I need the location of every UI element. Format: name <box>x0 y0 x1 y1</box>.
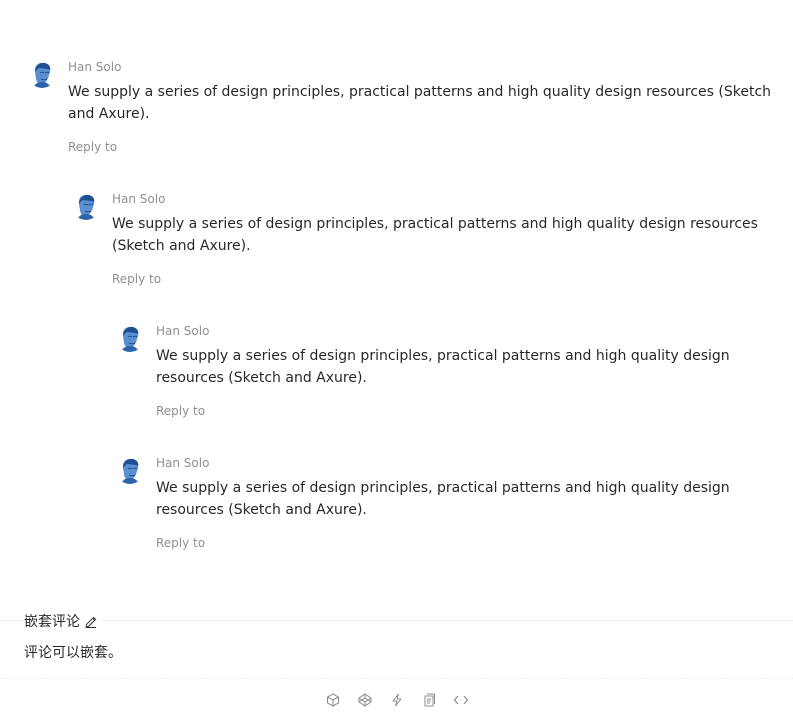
codesandbox-icon[interactable] <box>325 692 341 708</box>
demo-title-text: 嵌套评论 <box>24 614 80 630</box>
demo-title: 嵌套评论 <box>24 612 102 632</box>
reply-link[interactable]: Reply to <box>68 139 773 155</box>
reply-link[interactable]: Reply to <box>112 271 773 287</box>
avatar[interactable] <box>116 456 144 484</box>
codepen-icon[interactable] <box>357 692 373 708</box>
demo-description: 评论可以嵌套。 <box>24 645 122 661</box>
code-icon[interactable] <box>453 692 469 708</box>
comment: Han Solo We supply a series of design pr… <box>72 192 773 287</box>
avatar-portrait-icon <box>72 192 100 220</box>
section-divider <box>0 620 793 621</box>
comment-text: We supply a series of design principles,… <box>68 84 772 122</box>
avatar-portrait-icon <box>28 60 56 88</box>
avatar[interactable] <box>116 324 144 352</box>
comment: Han Solo We supply a series of design pr… <box>116 456 766 551</box>
avatar-portrait-icon <box>116 324 144 352</box>
avatar[interactable] <box>72 192 100 220</box>
comment-content: Han Solo We supply a series of design pr… <box>156 456 766 551</box>
edit-icon[interactable] <box>84 615 98 629</box>
comment: Han Solo We supply a series of design pr… <box>28 60 773 155</box>
comment-content: Han Solo We supply a series of design pr… <box>112 192 773 287</box>
comment-text: We supply a series of design principles,… <box>156 480 730 518</box>
reply-link[interactable]: Reply to <box>156 535 766 551</box>
comment-author: Han Solo <box>68 60 122 74</box>
demo-actions <box>0 690 793 710</box>
avatar[interactable] <box>28 60 56 88</box>
comment-author: Han Solo <box>156 456 210 470</box>
reply-link[interactable]: Reply to <box>156 403 766 419</box>
comment: Han Solo We supply a series of design pr… <box>116 324 766 419</box>
comment-author: Han Solo <box>112 192 166 206</box>
actions-divider <box>0 678 793 679</box>
comment-text: We supply a series of design principles,… <box>156 348 730 386</box>
comment-content: Han Solo We supply a series of design pr… <box>68 60 773 155</box>
comment-text: We supply a series of design principles,… <box>112 216 758 254</box>
thunderbolt-icon[interactable] <box>389 692 405 708</box>
avatar-portrait-icon <box>116 456 144 484</box>
comment-content: Han Solo We supply a series of design pr… <box>156 324 766 419</box>
copy-icon[interactable] <box>421 692 437 708</box>
comment-demo: Han Solo We supply a series of design pr… <box>0 0 793 620</box>
comment-author: Han Solo <box>156 324 210 338</box>
